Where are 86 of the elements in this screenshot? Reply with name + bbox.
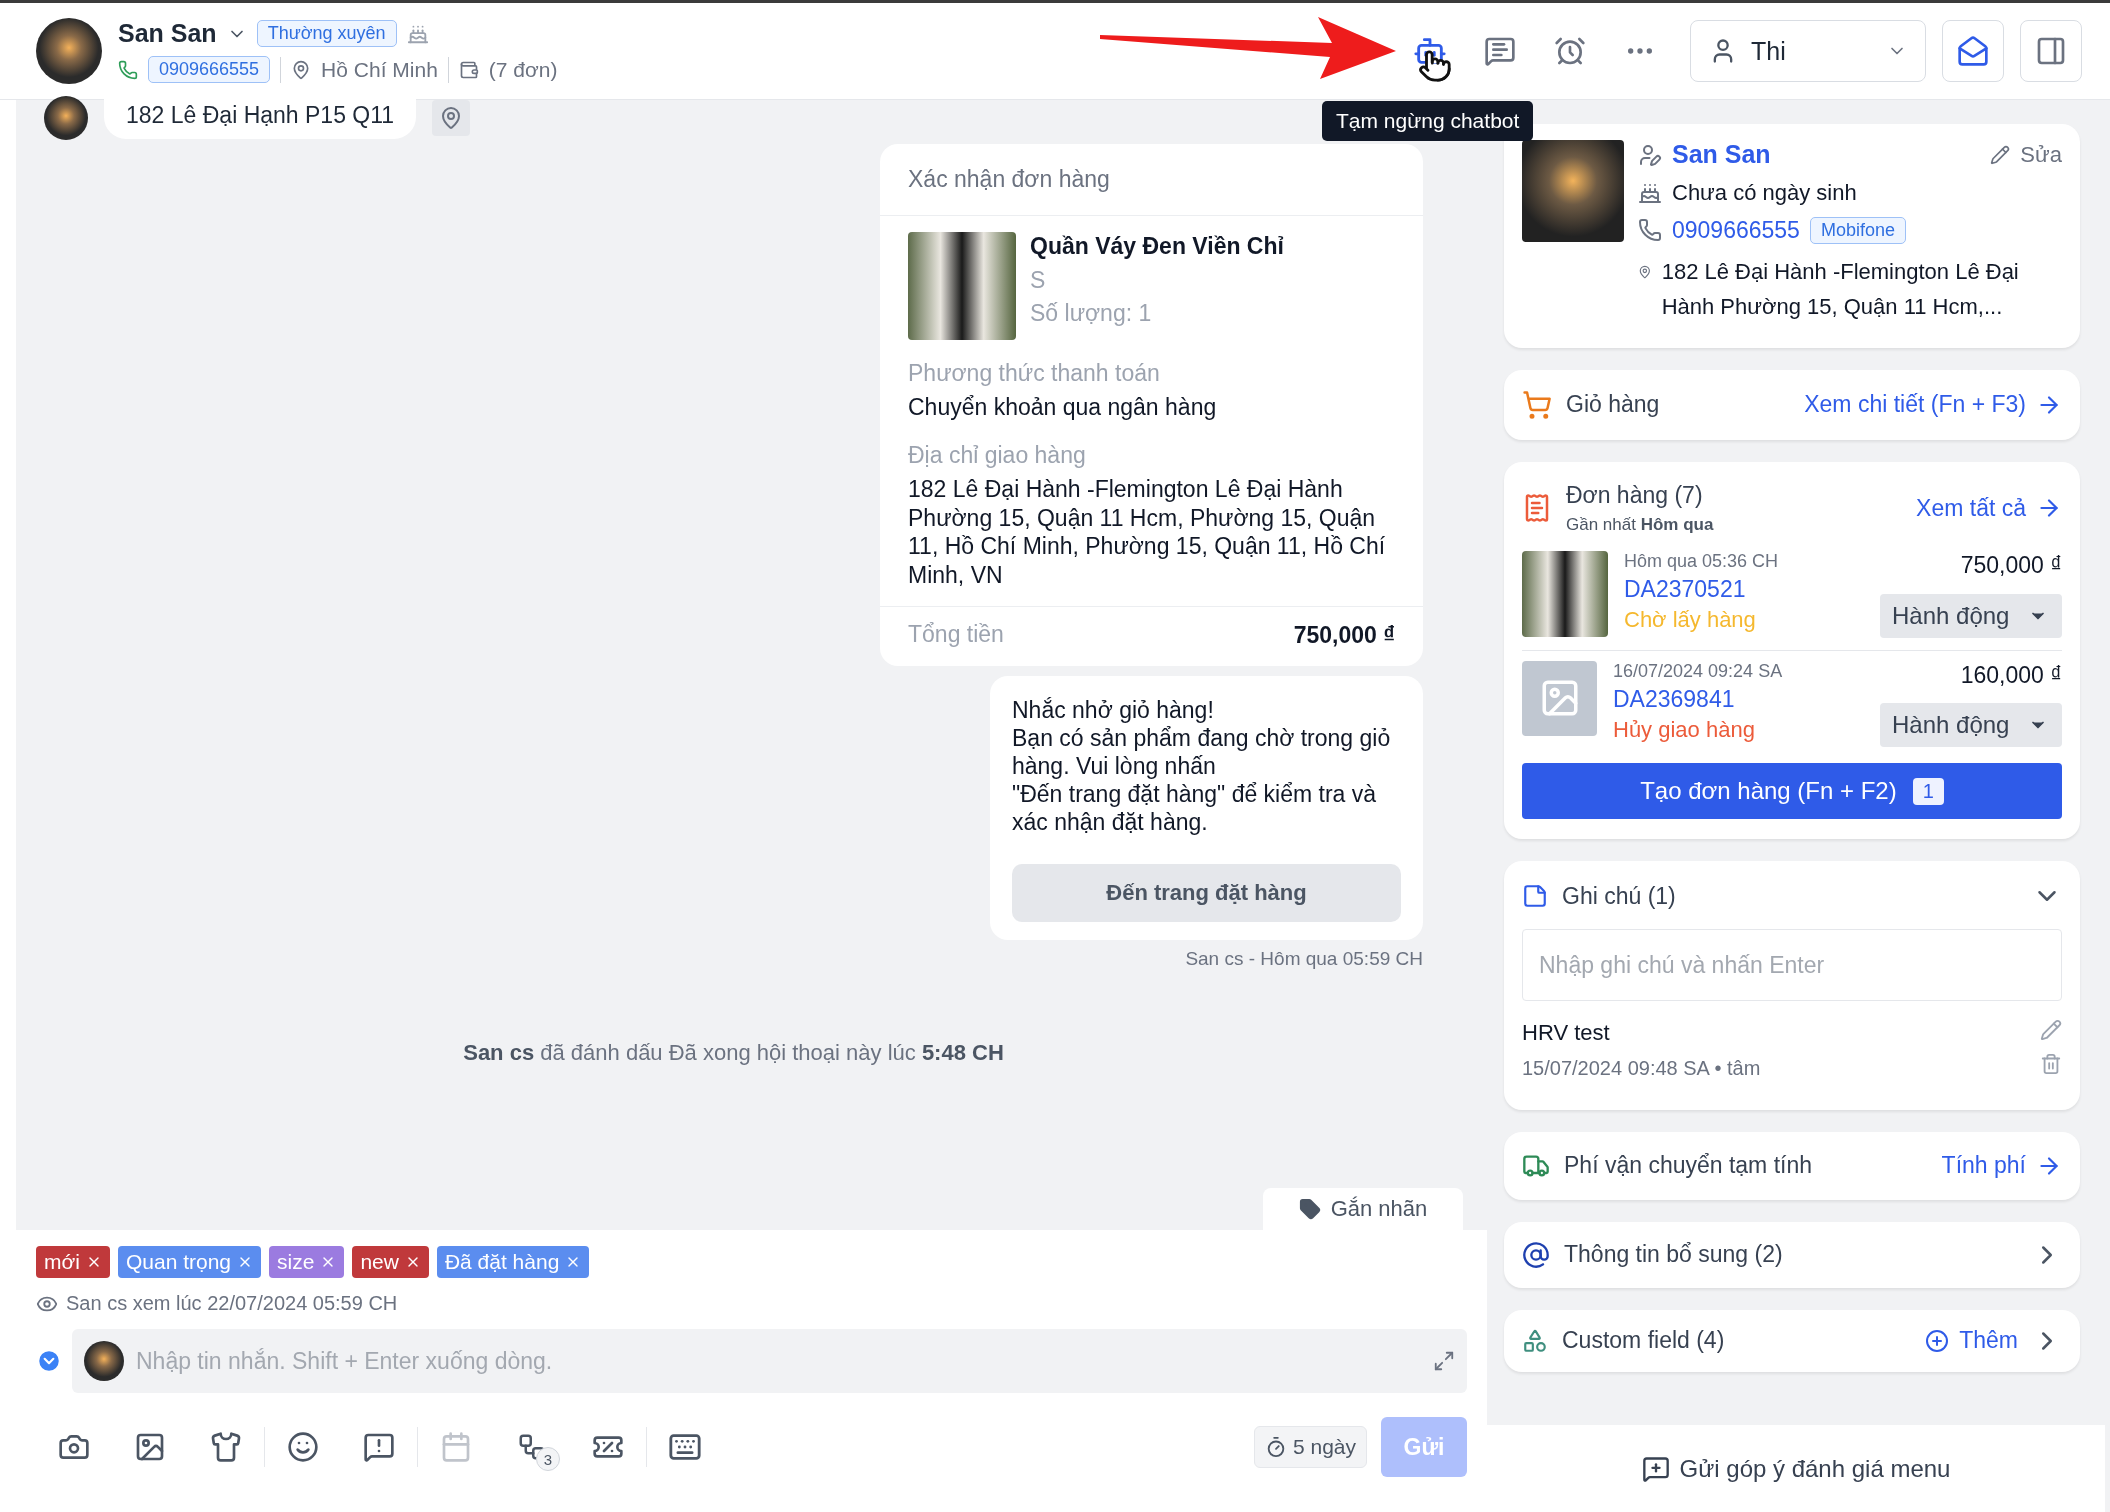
mail-icon[interactable] [1942,20,2004,82]
user-edit-icon [1638,142,1662,167]
phone-icon [1638,218,1662,242]
label-tag[interactable]: size [269,1246,345,1278]
phone-icon [118,59,138,80]
feedback-icon [1641,1454,1670,1483]
tooltip: Tạm ngừng chatbot [1322,101,1534,141]
product-name: Quần Váy Đen Viền Chỉ [1030,232,1284,261]
message-input[interactable]: Nhập tin nhắn. Shift + Enter xuống dòng. [134,1346,1423,1376]
address-text: 182 Lê Đại Hành -Flemington Lê Đại Hành Phường 15, Quận 11 Hcm,... [1661,257,2020,321]
payment-method: Chuyển khoản qua ngân hàng [908,393,1218,422]
order-time: 16/07/2024 09:24 SA [1613,660,1784,682]
message-bubble: 182 Lê Đại Hạnh P15 Q11 [104,97,417,139]
view-cart-link[interactable]: Xem chi tiết (Fn + F3) [1804,391,2062,419]
customer-name[interactable]: San San [1672,140,1771,169]
total-amount: 750,000 ₫ [1293,620,1395,650]
reminder-text: Nhắc nhở giỏ hàng! Bạn có sản phẩm đang chờ trong giỏ hàng. Vui lòng nhấn "Đến trang đặt hàng" để kiểm tra và xác nhận đặt hàng. [1012,695,1392,836]
avatar [84,1341,124,1381]
expiry-badge: 5 ngày [1253,1426,1367,1468]
section-title: Custom field (4) [1562,1327,1725,1355]
section-title: Phí vận chuyển tạm tính [1564,1152,1813,1180]
shapes-icon [1522,1327,1548,1354]
note-icon [1522,883,1548,910]
note-input[interactable]: Nhập ghi chú và nhấn Enter [1522,929,2062,1002]
product-quantity: Số lượng: 1 [1030,299,1153,327]
edit-link[interactable]: Sửa [1990,141,2062,168]
location-text: Hồ Chí Minh [321,57,438,82]
message-meta: San cs - Hôm qua 05:59 CH [1185,947,1423,970]
create-order-button[interactable]: Tạo đơn hàng (Fn + F2) 1 [1522,763,2062,820]
assignee-dropdown[interactable]: Thi [1690,20,1926,82]
label-tag[interactable]: Quan trọng [117,1246,261,1278]
location-pin-icon[interactable] [432,100,471,136]
order-time: Hôm qua 05:36 CH [1624,550,1780,572]
add-link[interactable]: Thêm [1925,1327,2018,1355]
add-label-button[interactable]: Gắn nhãn [1263,1188,1463,1230]
expand-icon[interactable] [1433,1350,1455,1372]
section-title: Thông tin bổ sung (2) [1564,1241,1783,1269]
card-title: Xác nhận đơn hàng [880,144,1423,216]
system-note: San cs đã đánh dấu Đã xong hội thoại này lúc 5:48 CH [462,1039,1005,1066]
view-all-link[interactable]: Xem tất cả [1916,494,2062,522]
section-title: Đơn hàng (7) [1566,481,1704,509]
recent-order-text: Gần nhất Hôm qua [1566,514,1714,535]
count-badge: 3 [536,1447,560,1471]
cart-icon [1522,389,1552,420]
calculate-fee-link[interactable]: Tính phí [1941,1152,2062,1180]
at-sign-icon [1522,1240,1550,1269]
order-status: Hủy giao hàng [1613,716,1756,743]
order-status: Chờ lấy hàng [1624,606,1757,633]
total-label: Tổng tiền [908,620,1004,649]
phone-number[interactable]: 0909666555 [148,56,271,83]
feedback-button[interactable]: Gửi góp ý đánh giá menu [1487,1425,2105,1512]
section-title: Giỏ hàng [1566,391,1660,419]
action-dropdown[interactable]: Hành động [1880,703,2062,748]
contact-name: San San [118,19,217,48]
message-field[interactable]: Nhập tin nhắn. Shift + Enter xuống dòng. [72,1329,1467,1393]
hand-cursor-icon [1418,49,1452,83]
seen-status: San cs xem lúc 22/07/2024 05:59 CH [66,1292,398,1315]
wallet-icon [458,59,479,80]
birthday-text: Chưa có ngày sinh [1672,179,1857,207]
phone-link[interactable]: 0909666555 [1672,216,1800,244]
count-badge: 1 [1912,777,1944,805]
panel-icon[interactable] [2020,20,2082,82]
plus-icon [1925,1328,1950,1353]
dropdown-icon[interactable] [36,1348,62,1374]
product-variant: S [1030,266,1047,294]
label-tag[interactable]: new [352,1246,429,1278]
pencil-icon [1990,144,2011,165]
order-price: 160,000 ₫ [1960,660,2062,690]
order-code[interactable]: DA2369841 [1613,685,1864,713]
tag-icon [1298,1198,1321,1220]
label-tag[interactable]: Đã đặt hàng [436,1246,590,1278]
section-title: Ghi chú (1) [1562,882,1676,910]
carrier-tag: Mobifone [1809,216,1906,244]
order-count: (7 đơn) [488,57,558,82]
shipping-address: 182 Lê Đại Hành -Flemington Lê Đại Hành Phường 15, Quận 11 Hcm, Phường 15, Quận 11, Hồ Chí Minh, Phường 15, Quận 11, Hồ Chí Minh, VN [908,474,1387,590]
field-label: Phương thức thanh toán [908,360,1161,387]
avatar [44,96,88,140]
order-code[interactable]: DA2370521 [1624,575,1864,603]
go-to-order-button[interactable]: Đến trang đặt hàng [1012,863,1401,922]
field-label: Địa chỉ giao hàng [908,441,1087,469]
note-meta: 15/07/2024 09:48 SA • tâm [1522,1056,1762,1080]
customer-tag: Thường xuyên [256,20,397,47]
order-price: 750,000 ₫ [1960,550,2062,580]
note-text: HRV test [1522,1019,1611,1047]
label-tag[interactable]: mới [36,1246,110,1278]
action-dropdown[interactable]: Hành động [1880,593,2062,638]
